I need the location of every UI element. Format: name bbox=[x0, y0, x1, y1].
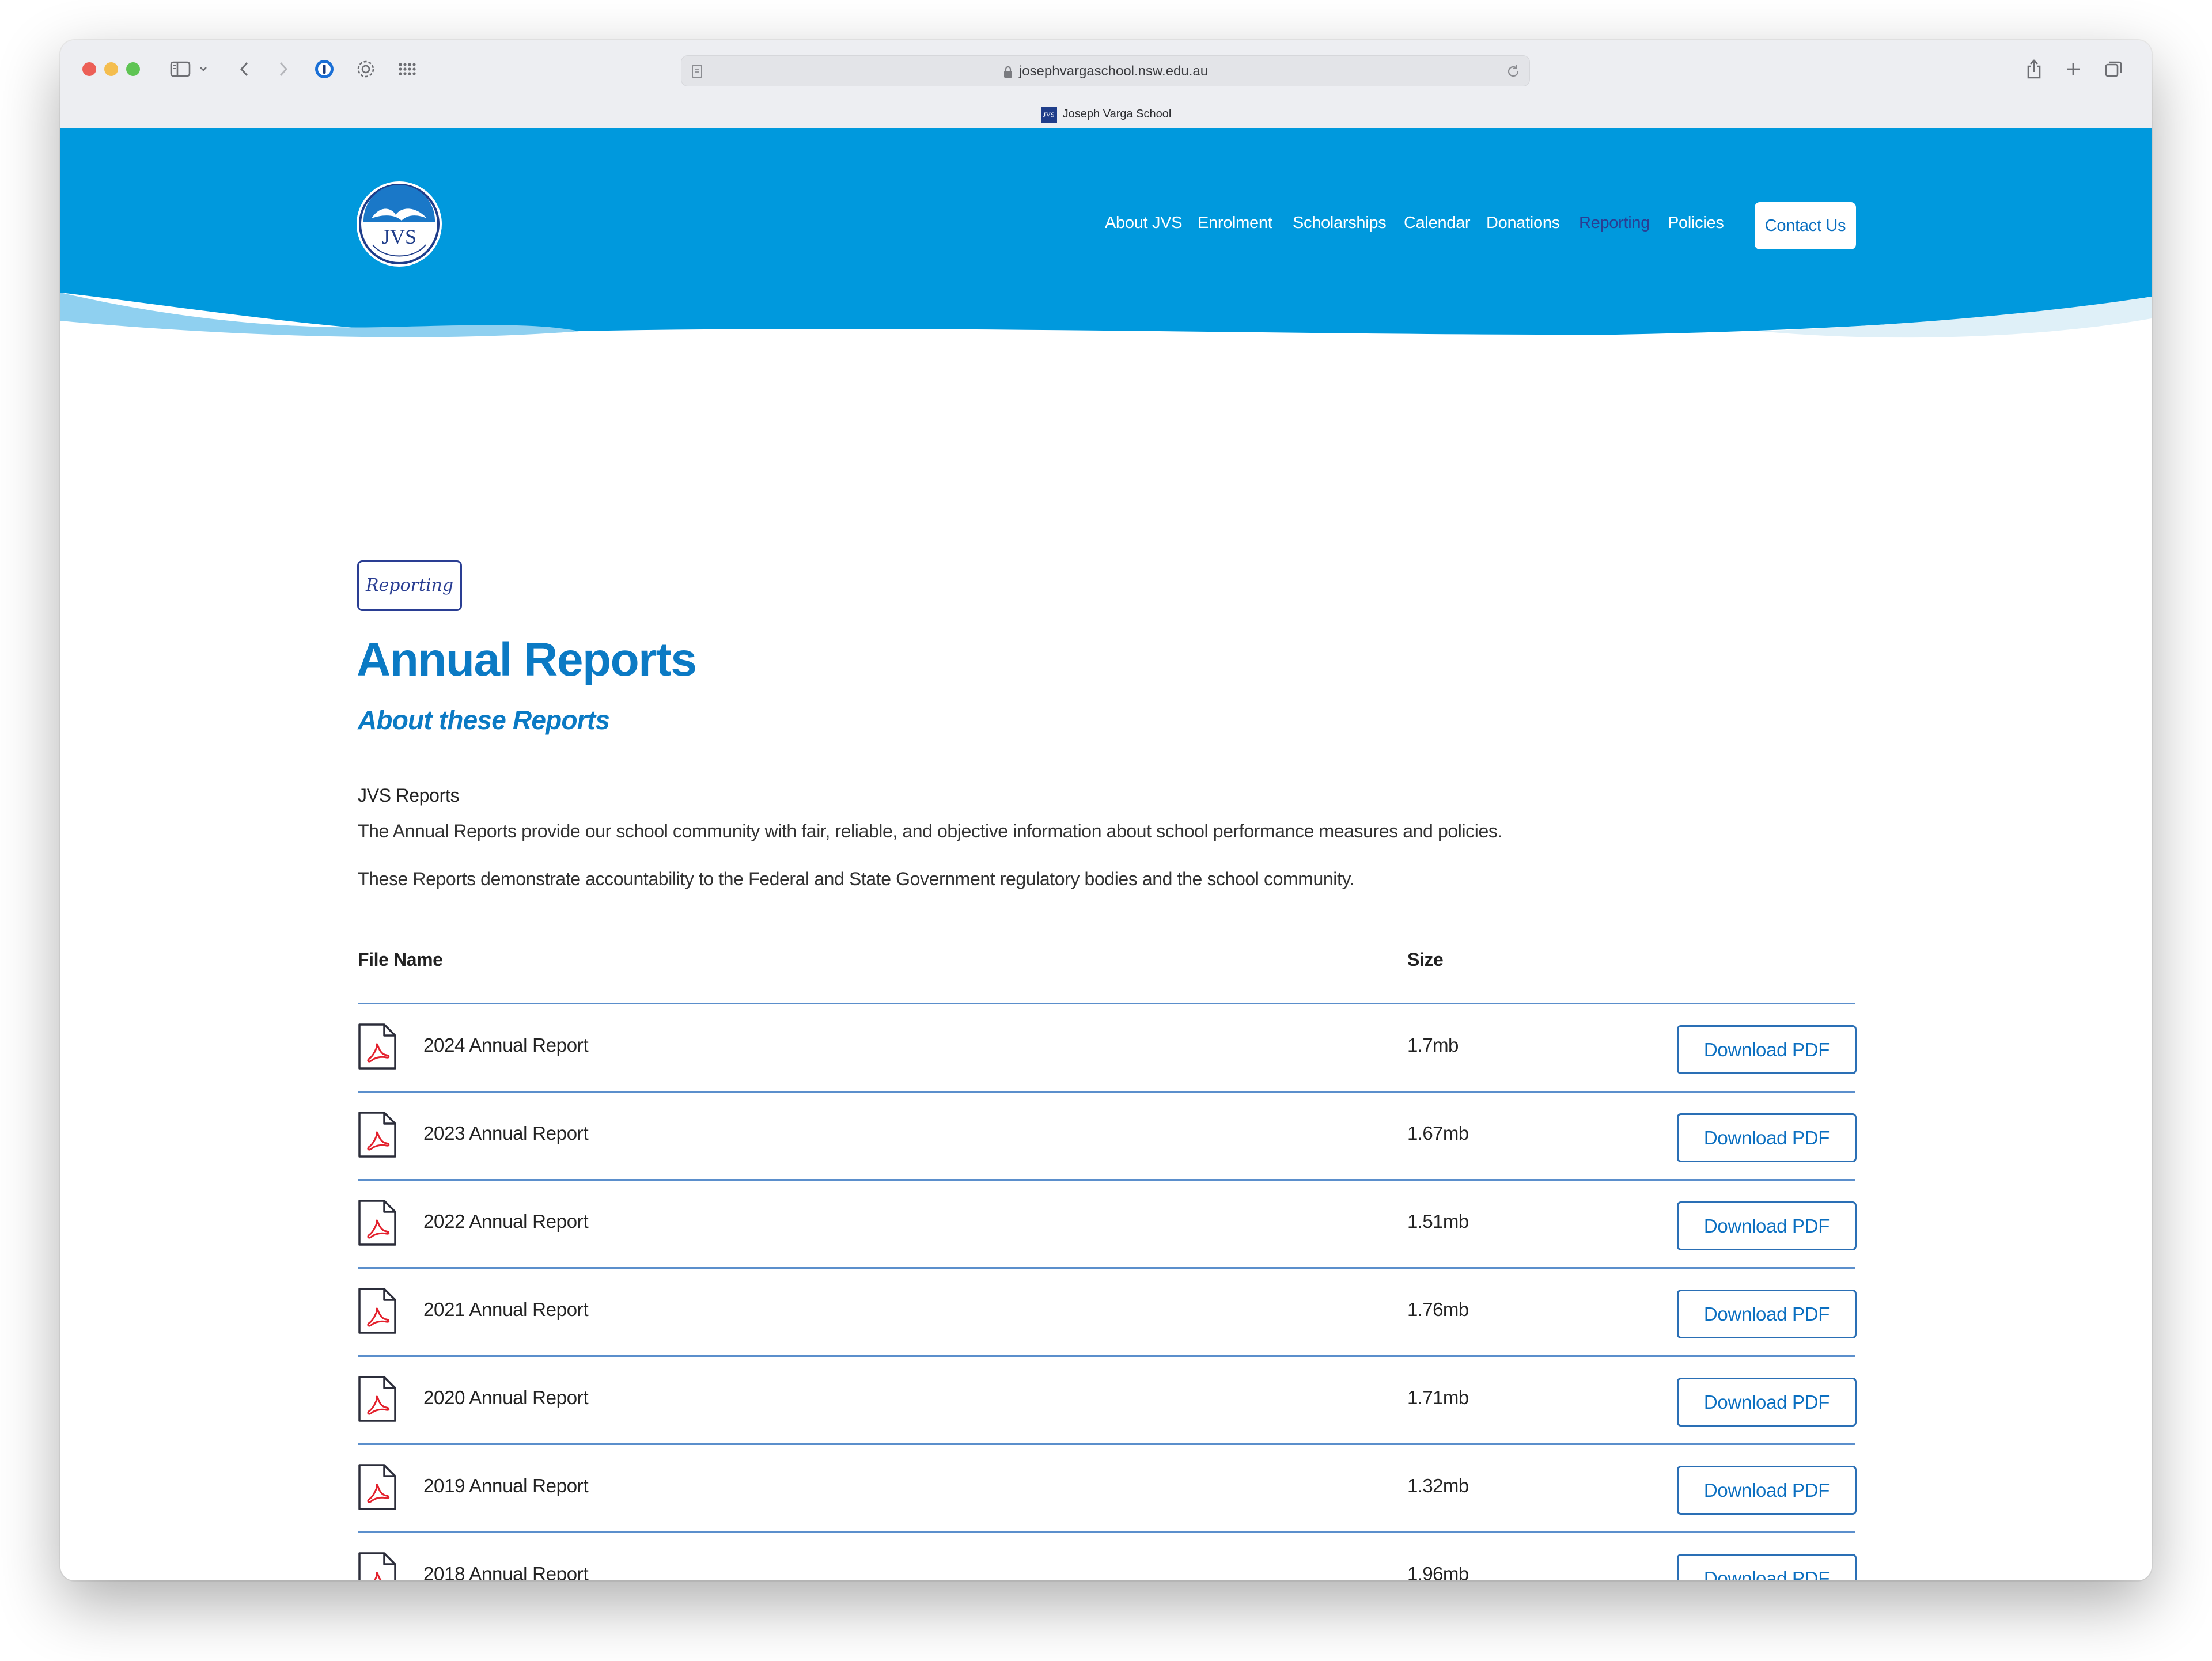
column-header-file-name: File Name bbox=[358, 949, 443, 970]
contact-us-button[interactable]: Contact Us bbox=[1755, 202, 1856, 249]
download-pdf-button[interactable]: Download PDF bbox=[1677, 1290, 1857, 1338]
tab-title: Joseph Varga School bbox=[1062, 108, 1172, 120]
download-pdf-button[interactable]: Download PDF bbox=[1677, 1201, 1857, 1250]
report-size: 1.67mb bbox=[1407, 1122, 1469, 1144]
share-icon[interactable] bbox=[2022, 56, 2046, 82]
lock-icon bbox=[1003, 66, 1012, 78]
pdf-file-icon bbox=[358, 1375, 397, 1423]
report-name: 2022 Annual Report bbox=[423, 1211, 589, 1232]
download-pdf-button[interactable]: Download PDF bbox=[1677, 1113, 1857, 1162]
table-row: 2021 Annual Report 1.76mb Download PDF bbox=[358, 1269, 1857, 1357]
download-pdf-button[interactable]: Download PDF bbox=[1677, 1554, 1857, 1580]
nav-about-jvs[interactable]: About JVS bbox=[1105, 214, 1183, 233]
tab-overview-icon[interactable] bbox=[2102, 56, 2125, 82]
report-size: 1.51mb bbox=[1407, 1211, 1469, 1232]
section-tag: Reporting bbox=[357, 560, 462, 611]
nav-reporting[interactable]: Reporting bbox=[1579, 214, 1650, 233]
reload-icon[interactable] bbox=[1503, 59, 1524, 84]
report-size: 1.71mb bbox=[1407, 1387, 1469, 1408]
pdf-file-icon bbox=[358, 1287, 397, 1334]
download-pdf-button[interactable]: Download PDF bbox=[1677, 1025, 1857, 1074]
pdf-file-icon bbox=[358, 1111, 397, 1158]
accountability-paragraph: These Reports demonstrate accountability… bbox=[358, 869, 1355, 889]
intro-paragraph: The Annual Reports provide our school co… bbox=[358, 821, 1502, 841]
main-nav: About JVS Enrolment Scholarships Calenda… bbox=[60, 128, 2152, 301]
browser-toolbar: josephvargaschool.nsw.edu.au JVS Joseph V… bbox=[60, 40, 2152, 128]
table-row: 2020 Annual Report 1.71mb Download PDF bbox=[358, 1357, 1857, 1445]
column-header-size: Size bbox=[1407, 949, 1444, 970]
page-subtitle: About these Reports bbox=[358, 705, 610, 735]
chevron-down-icon[interactable] bbox=[196, 56, 210, 82]
report-size: 1.96mb bbox=[1407, 1563, 1469, 1580]
pdf-file-icon bbox=[358, 1552, 397, 1580]
nav-policies[interactable]: Policies bbox=[1668, 214, 1724, 233]
active-tab[interactable]: JVS Joseph Varga School bbox=[60, 104, 2152, 124]
pdf-file-icon bbox=[358, 1463, 397, 1511]
nav-scholarships[interactable]: Scholarships bbox=[1293, 214, 1387, 233]
report-name: 2024 Annual Report bbox=[423, 1034, 589, 1056]
new-tab-icon[interactable] bbox=[2062, 56, 2085, 82]
report-size: 1.7mb bbox=[1407, 1034, 1459, 1056]
pdf-file-icon bbox=[358, 1023, 397, 1070]
report-size: 1.76mb bbox=[1407, 1299, 1469, 1320]
minimize-window-button[interactable] bbox=[104, 62, 118, 76]
nav-calendar[interactable]: Calendar bbox=[1404, 214, 1471, 233]
sidebar-toggle-icon[interactable] bbox=[168, 56, 193, 82]
table-row: 2018 Annual Report 1.96mb Download PDF bbox=[358, 1533, 1857, 1580]
report-name: 2021 Annual Report bbox=[423, 1299, 589, 1320]
grid-icon[interactable] bbox=[395, 56, 420, 82]
report-name: 2018 Annual Report bbox=[423, 1563, 589, 1580]
nav-enrolment[interactable]: Enrolment bbox=[1198, 214, 1272, 233]
back-icon[interactable] bbox=[233, 56, 256, 82]
close-window-button[interactable] bbox=[82, 62, 96, 76]
table-row: 2019 Annual Report 1.32mb Download PDF bbox=[358, 1445, 1857, 1533]
report-name: 2023 Annual Report bbox=[423, 1122, 589, 1144]
zoom-window-button[interactable] bbox=[126, 62, 140, 76]
password-manager-icon[interactable] bbox=[312, 56, 337, 82]
pdf-file-icon bbox=[358, 1199, 397, 1246]
web-page: JVS About JVS Enrolment Scholarships Cal… bbox=[60, 128, 2152, 1580]
table-row: 2022 Annual Report 1.51mb Download PDF bbox=[358, 1181, 1857, 1269]
gear-icon[interactable] bbox=[353, 56, 378, 82]
section-heading: JVS Reports bbox=[358, 785, 460, 806]
table-row: 2023 Annual Report 1.67mb Download PDF bbox=[358, 1093, 1857, 1181]
address-bar[interactable]: josephvargaschool.nsw.edu.au bbox=[681, 55, 1530, 86]
report-name: 2019 Annual Report bbox=[423, 1475, 589, 1496]
download-pdf-button[interactable]: Download PDF bbox=[1677, 1378, 1857, 1427]
forward-icon[interactable] bbox=[271, 56, 294, 82]
tab-favicon: JVS bbox=[1040, 106, 1057, 123]
download-pdf-button[interactable]: Download PDF bbox=[1677, 1466, 1857, 1515]
table-row: 2024 Annual Report 1.7mb Download PDF bbox=[358, 1004, 1857, 1093]
nav-donations[interactable]: Donations bbox=[1486, 214, 1560, 233]
page-title: Annual Reports bbox=[357, 634, 697, 686]
browser-window: josephvargaschool.nsw.edu.au JVS Joseph V… bbox=[60, 40, 2152, 1580]
report-name: 2020 Annual Report bbox=[423, 1387, 589, 1408]
url-text: josephvargaschool.nsw.edu.au bbox=[1018, 63, 1209, 79]
report-size: 1.32mb bbox=[1407, 1475, 1469, 1496]
